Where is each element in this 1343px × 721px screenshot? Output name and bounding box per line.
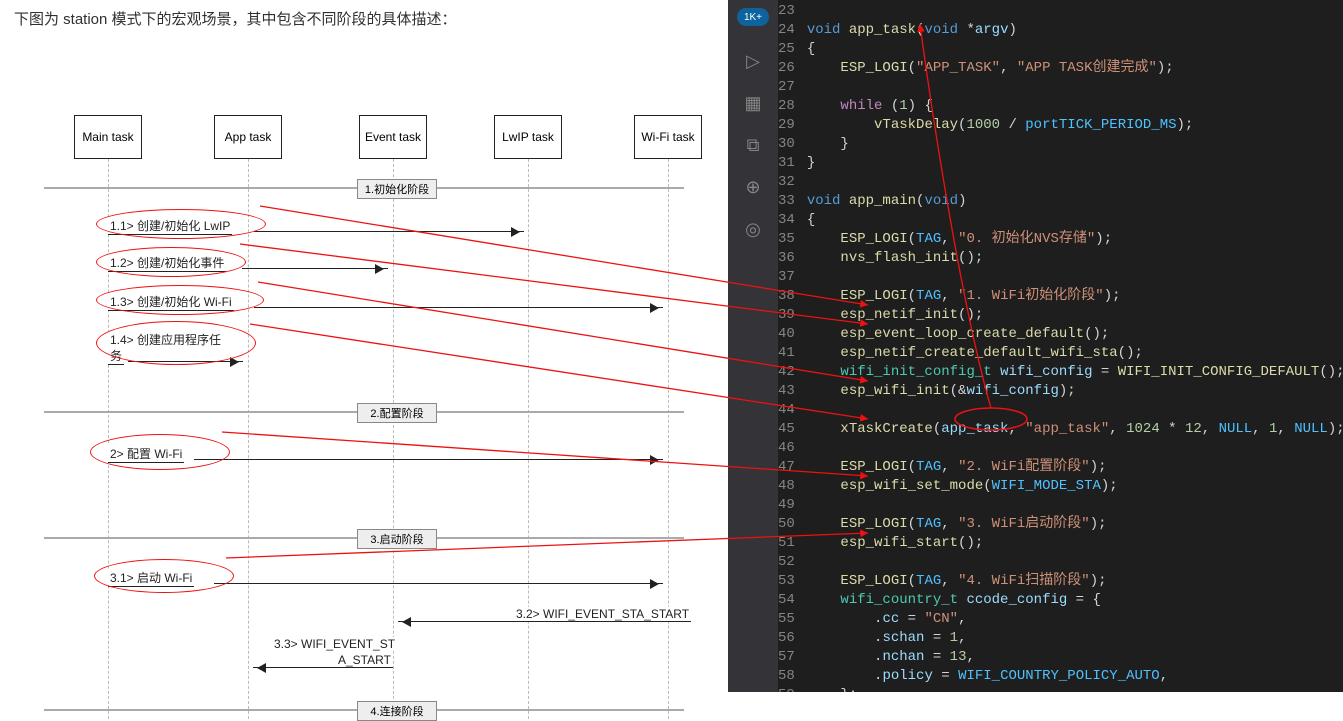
code-body[interactable]: void app_task(void *argv){ ESP_LOGI("APP… [807,0,1343,692]
lifeline [668,159,669,719]
task-main: Main task [74,115,142,159]
doc-panel: 下图为 station 模式下的宏观场景，其中包含不同阶段的具体描述： Main… [0,0,728,692]
line-gutter: 2324252627282930313233343536373839404142… [778,0,807,692]
lifeline [108,159,109,719]
notification-badge[interactable]: 1K+ [737,8,769,26]
code-editor[interactable]: 2324252627282930313233343536373839404142… [778,0,1343,692]
arrow [194,459,663,460]
step-1-4a: 1.4> 创建应用程序任 [108,331,223,348]
step-1-2: 1.2> 创建/初始化事件 [108,254,226,272]
arrow [128,361,243,362]
phase-config: 2.配置阶段 [357,403,437,423]
step-1-3: 1.3> 创建/初始化 Wi-Fi [108,293,234,311]
task-wifi: Wi-Fi task [634,115,702,159]
arrow [253,667,389,668]
step-1-1: 1.1> 创建/初始化 LwIP [108,217,232,235]
run-icon[interactable]: ▷ [740,48,766,74]
espressif-icon[interactable]: ◎ [740,216,766,242]
sequence-diagram: Main task App task Event task LwIP task … [14,59,714,679]
task-app: App task [214,115,282,159]
lifeline [393,159,394,719]
arrow [254,307,663,308]
step-3-1: 3.1> 启动 Wi-Fi [108,569,194,587]
task-lwip: LwIP task [494,115,562,159]
phase-connect: 4.连接阶段 [357,701,437,721]
build-icon[interactable]: ⊕ [740,174,766,200]
step-2: 2> 配置 Wi-Fi [108,445,184,463]
lifeline [528,159,529,719]
activity-bar: 1K+ ▷ ▦ ⧉ ⊕ ◎ [728,0,778,692]
extensions-icon[interactable]: ▦ [740,90,766,116]
arrow [398,621,664,622]
phase-init: 1.初始化阶段 [357,179,437,199]
step-3-3a: 3.3> WIFI_EVENT_ST [272,637,397,651]
arrow [242,268,388,269]
doc-description: 下图为 station 模式下的宏观场景，其中包含不同阶段的具体描述： [14,8,714,29]
arrow [254,231,524,232]
step-3-2: 3.2> WIFI_EVENT_STA_START [514,607,691,622]
step-3-3b: A_START [336,653,393,668]
phase-start: 3.启动阶段 [357,529,437,549]
task-event: Event task [359,115,427,159]
arrow [214,583,663,584]
remote-icon[interactable]: ⧉ [740,132,766,158]
lifeline [248,159,249,719]
step-1-4b: 务 [108,347,124,365]
